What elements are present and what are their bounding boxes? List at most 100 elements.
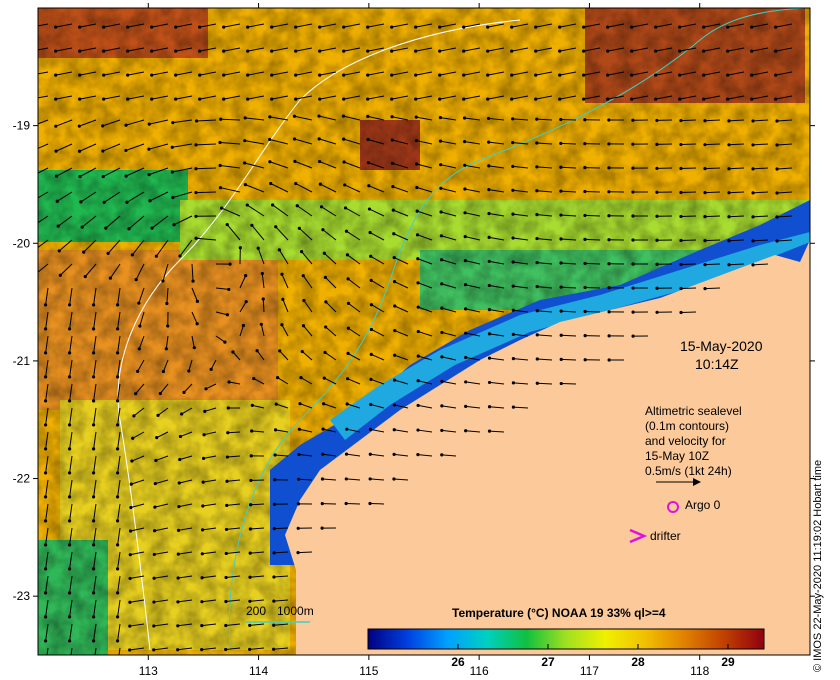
current-arrow [704,239,721,242]
current-arrow-head [115,423,120,427]
current-arrow-head [607,190,611,194]
current-arrow-head [77,124,81,128]
current-arrow-head [342,49,346,53]
current-arrow-head [54,124,58,128]
current-arrow-head [272,647,276,651]
current-arrow-head [751,239,755,243]
current-arrow-head [487,308,492,312]
current-arrow-head [559,213,563,217]
current-arrow-head [535,189,539,193]
current-arrow-head [559,333,563,337]
current-arrow-head [414,73,418,77]
current-arrow-head [243,161,247,165]
current-arrow-head [56,224,60,228]
lon-tick-label: 114 [249,664,268,678]
current-arrow-head [34,272,37,275]
current-arrow-head [324,325,328,329]
current-arrow-head [202,433,206,437]
current-arrow-head [249,503,253,507]
current-arrow-head [392,378,397,382]
current-arrow-head [345,253,350,257]
current-arrow-head [392,452,396,457]
current-arrow-head [535,117,539,121]
current-arrow-head [246,97,250,101]
current-arrow-head [104,226,108,230]
current-arrow-head [43,639,48,643]
current-arrow-head [439,186,443,190]
current-arrow-head [510,73,514,77]
current-arrow-head [368,477,372,481]
current-arrow-head [775,239,779,243]
current-arrow-head [344,477,348,481]
current-arrow-head [115,495,120,499]
current-arrow-head [487,356,492,360]
current-arrow-head [440,355,444,359]
current-arrow-head [225,503,229,507]
current-arrow-head [318,182,322,186]
current-arrow [560,142,577,145]
current-arrow-head [58,273,62,277]
lon-tick-label: 116 [470,664,489,678]
current-arrow-head [281,297,285,301]
current-arrow-head [607,214,611,218]
current-arrow-head [510,25,514,29]
current-arrow [680,143,697,146]
current-arrow-head [440,379,444,383]
current-arrow-head [218,186,223,190]
current-arrow-head [43,591,48,595]
current-arrow-head [775,119,779,123]
current-arrow-head [218,163,222,168]
current-arrow-head [342,137,346,141]
current-arrow-head [464,355,468,360]
current-arrow-head [54,149,58,153]
current-arrow-head [559,165,563,169]
current-arrow-head [128,648,132,652]
current-arrow-head [463,211,467,215]
current-arrow-head [342,97,346,101]
current-arrow-head [511,405,516,409]
current-arrow-head [630,25,634,29]
current-arrow-head [30,98,33,101]
current-arrow-head [102,97,106,101]
current-arrow-head [218,140,222,145]
current-arrow-head [124,174,128,178]
current-arrow-head [91,375,96,379]
current-arrow-head [219,117,223,121]
current-arrow-head [250,403,254,408]
current-arrow-head [439,234,443,238]
current-arrow-head [43,447,48,451]
current-arrow-head [101,174,105,179]
current-arrow-head [583,285,587,290]
current-arrow-head [67,615,72,619]
current-arrow-head [292,114,297,118]
current-arrow-head [703,167,707,171]
current-arrow-head [323,275,328,279]
isobath-legend-1000: 1000m [277,604,314,618]
current-arrow-head [296,502,301,506]
current-arrow-head [67,471,72,475]
current-arrow-head [43,375,48,379]
current-arrow-head [463,235,467,239]
time-label: 10:14Z [695,356,739,372]
current-arrow-head [486,116,491,121]
current-arrow-head [165,301,169,306]
colorbar-tick-label: 26 [451,655,465,669]
current-arrow-head [368,501,372,506]
current-arrow-head [298,402,302,406]
current-arrow-head [487,164,491,168]
current-arrow-head [43,567,48,571]
current-arrow [195,191,217,194]
current-arrow-head [535,236,539,241]
current-arrow-head [296,526,300,530]
current-arrow-head [393,304,397,308]
current-arrow-head [170,170,175,174]
current-arrow-head [152,648,156,652]
current-arrow-head [155,436,159,440]
current-arrow-head [535,260,539,265]
current-arrow-head [301,324,306,328]
current-arrow-head [392,255,396,260]
current-arrow-head [607,142,611,146]
current-arrow [704,167,721,170]
current-arrow-head [228,262,232,266]
current-arrow-head [276,376,280,380]
